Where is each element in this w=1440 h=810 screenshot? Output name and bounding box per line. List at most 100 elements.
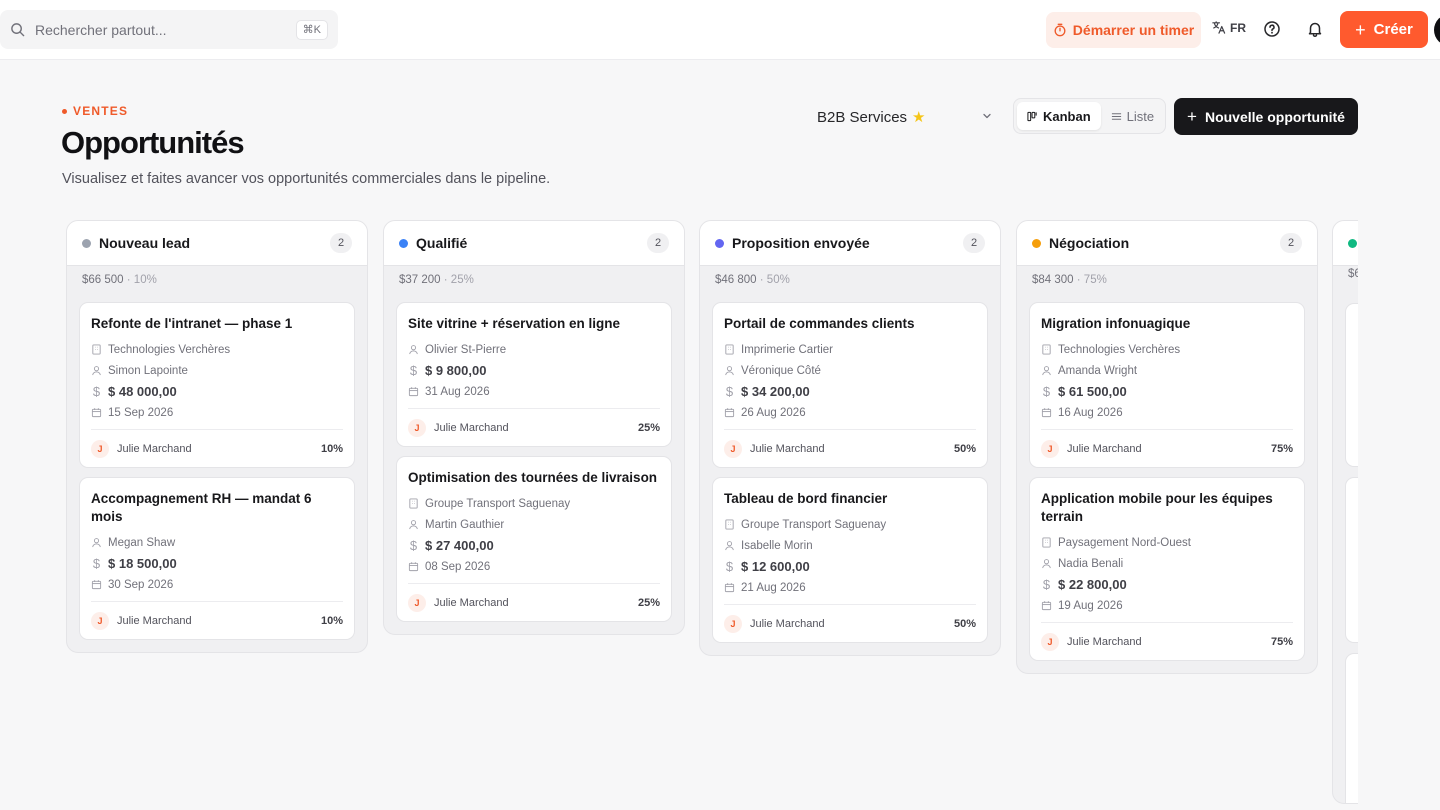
owner-name: Julie Marchand — [750, 442, 825, 455]
close-date: 16 Aug 2026 — [1058, 406, 1123, 419]
calendar-icon — [91, 408, 102, 418]
opportunity-card[interactable]: Application mobile pour les équipes terr… — [1029, 477, 1305, 661]
user-icon — [92, 366, 101, 376]
column-partial: $6 — [1332, 220, 1358, 804]
opportunity-card[interactable]: Optimisation des tournées de livraison Gr… — [396, 456, 672, 622]
global-search[interactable]: Rechercher partout... ⌘K — [0, 10, 338, 49]
owner-name: Julie Marchand — [1067, 635, 1142, 648]
amount-value: $ 12 600,00 — [741, 559, 810, 574]
help-icon[interactable] — [1263, 20, 1281, 38]
card-contact: Simon Lapointe — [91, 360, 343, 381]
close-date: 31 Aug 2026 — [425, 385, 490, 398]
workspace-label: B2B Services — [817, 108, 908, 126]
card-amount: $ $ 27 400,00 — [408, 535, 660, 556]
card-contact: Amanda Wright — [1041, 360, 1293, 381]
opportunity-card[interactable]: Accompagnement RH — mandat 6 mois Megan S… — [79, 477, 355, 640]
eyebrow-label: VENTES — [73, 104, 129, 118]
calendar-icon — [408, 387, 419, 397]
view-list-button[interactable]: Liste — [1101, 102, 1164, 130]
kanban-icon — [1027, 111, 1037, 121]
column-total-amount: $66 500 — [82, 274, 124, 286]
card-probability: 10% — [320, 442, 343, 455]
contact-name: Megan Shaw — [108, 536, 176, 549]
company-name: Technologies Verchères — [1058, 343, 1181, 356]
section-eyebrow: VENTES — [62, 104, 128, 118]
column-probability: · 50% — [756, 274, 790, 286]
card-contact: Isabelle Morin — [724, 535, 976, 556]
opportunity-card[interactable] — [1345, 303, 1358, 467]
company-name: Groupe Transport Saguenay — [741, 518, 887, 531]
dollar-icon: $ — [725, 384, 734, 399]
column-probability: · 10% — [123, 274, 157, 286]
column-negociation: Négociation 2 $84 300 · 75% Migration infon… — [1016, 220, 1318, 674]
card-footer: J Julie Marchand 10% — [91, 429, 343, 467]
card-company: Imprimerie Cartier — [724, 339, 976, 360]
search-shortcut: ⌘K — [295, 20, 328, 40]
opportunity-card[interactable]: Site vitrine + réservation en ligne Olivi… — [396, 302, 672, 447]
new-opportunity-button[interactable]: + Nouvelle opportunité — [1174, 98, 1358, 135]
card-probability: 50% — [953, 442, 976, 455]
card-contact: Megan Shaw — [91, 532, 343, 553]
opportunity-card[interactable]: Portail de commandes clients Imprimerie C… — [712, 302, 988, 468]
user-avatar[interactable] — [1434, 14, 1440, 46]
card-amount: $ $ 22 800,00 — [1041, 574, 1293, 595]
start-timer-button[interactable]: Démarrer un timer — [1046, 12, 1201, 48]
column-nouveau-lead: Nouveau lead 2 $66 500 · 10% Refonte de l'i… — [66, 220, 368, 653]
dollar-icon: $ — [1042, 384, 1051, 399]
partial-column-header — [1333, 221, 1358, 266]
workspace-select[interactable]: B2B Services ★ — [807, 104, 1005, 130]
view-kanban-button[interactable]: Kanban — [1017, 102, 1101, 130]
plus-icon: + — [1355, 19, 1366, 40]
close-date: 30 Sep 2026 — [108, 578, 174, 591]
column-count-badge: 2 — [647, 233, 669, 253]
column-count-badge: 2 — [330, 233, 352, 253]
calendar-icon — [1041, 408, 1052, 418]
stage-dot — [1032, 238, 1041, 248]
amount-value: $ 48 000,00 — [108, 384, 177, 399]
card-title: Refonte de l'intranet — phase 1 — [91, 316, 293, 331]
opportunity-card[interactable]: Migration infonuagique Technologies Verch… — [1029, 302, 1305, 468]
opportunity-card[interactable]: Tableau de bord financier Groupe Transpor… — [712, 477, 988, 643]
language-switcher[interactable]: FR — [1211, 20, 1246, 35]
opportunity-card[interactable]: Refonte de l'intranet — phase 1 Technolog… — [79, 302, 355, 468]
dollar-icon: $ — [725, 559, 734, 574]
close-date: 21 Aug 2026 — [741, 581, 806, 594]
card-amount: $ $ 9 800,00 — [408, 360, 660, 381]
contact-name: Amanda Wright — [1058, 364, 1138, 377]
column-header: Qualifié 2 — [384, 221, 684, 266]
page-title: Opportunités — [61, 125, 245, 160]
column-title: Négociation — [1049, 235, 1130, 251]
column-total-amount: $37 200 — [399, 274, 441, 286]
dollar-icon: $ — [409, 363, 418, 378]
card-company: Paysagement Nord-Ouest — [1041, 532, 1293, 553]
company-name: Paysagement Nord-Ouest — [1058, 536, 1191, 549]
partial-column-total: $6 — [1348, 268, 1358, 280]
card-footer: J Julie Marchand 50% — [724, 604, 976, 642]
owner-avatar: J — [1041, 632, 1059, 651]
opportunity-card[interactable] — [1345, 477, 1358, 643]
dollar-icon: $ — [409, 538, 418, 553]
card-probability: 25% — [637, 596, 660, 609]
company-name: Groupe Transport Saguenay — [425, 497, 571, 510]
translate-icon — [1212, 21, 1226, 34]
close-date: 15 Sep 2026 — [108, 406, 174, 419]
search-placeholder: Rechercher partout... — [35, 21, 167, 38]
card-company: Groupe Transport Saguenay — [408, 493, 660, 514]
create-button[interactable]: + Créer — [1340, 11, 1428, 48]
opportunity-card[interactable] — [1345, 653, 1358, 803]
search-icon — [11, 23, 25, 37]
user-icon — [725, 541, 734, 551]
column-proposition-envoyee: Proposition envoyée 2 $46 800 · 50% Portail… — [699, 220, 1001, 656]
star-icon: ★ — [912, 109, 926, 126]
card-probability: 10% — [320, 614, 343, 627]
owner-name: Julie Marchand — [1067, 442, 1142, 455]
bell-icon[interactable] — [1306, 20, 1324, 38]
dollar-icon: $ — [92, 384, 101, 399]
timer-icon — [1054, 23, 1066, 37]
owner-avatar: J — [91, 439, 109, 458]
card-title: Tableau de bord financier — [724, 491, 888, 506]
column-header: Proposition envoyée 2 — [700, 221, 1000, 266]
card-title: Application mobile pour les équipes terr… — [1041, 491, 1273, 524]
card-title: Accompagnement RH — mandat 6 mois — [91, 491, 312, 524]
card-footer: J Julie Marchand 10% — [91, 601, 343, 639]
